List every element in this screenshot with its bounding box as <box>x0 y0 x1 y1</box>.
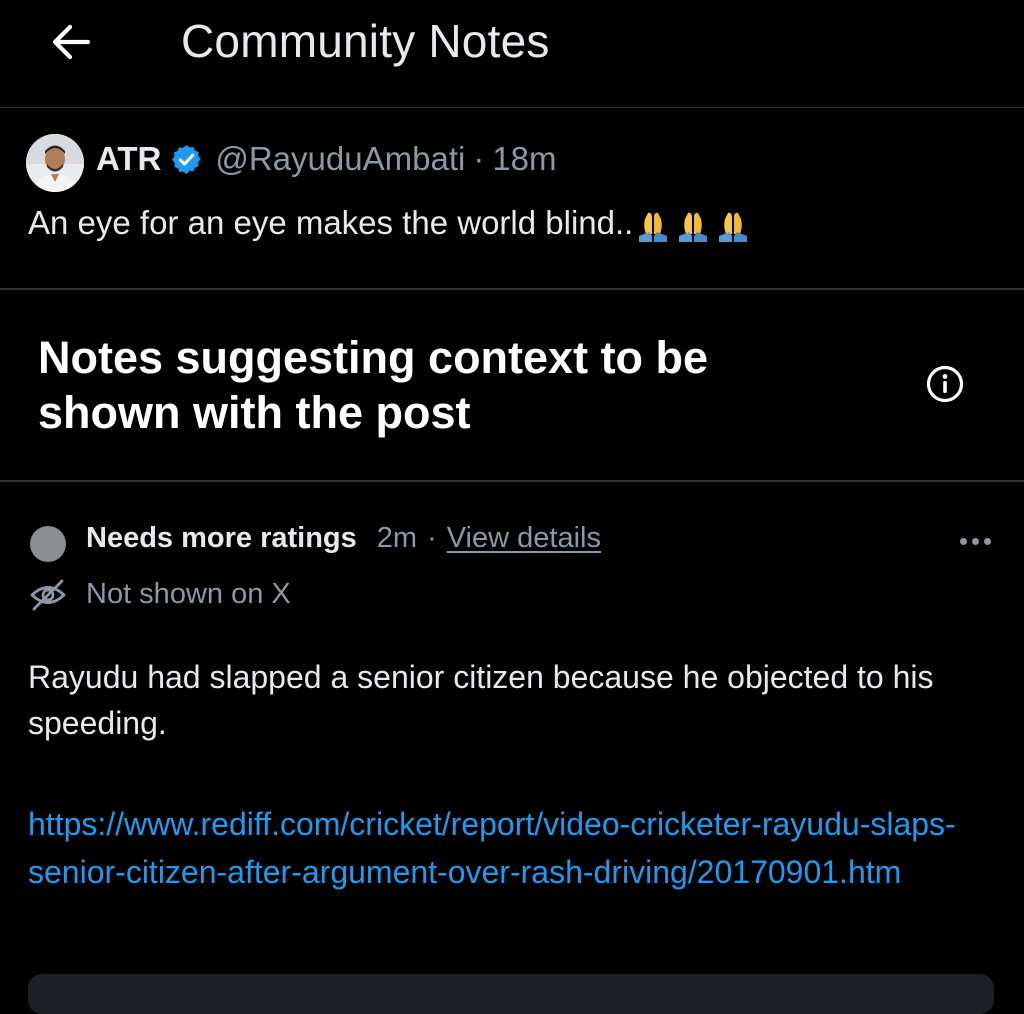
author-handle[interactable]: @RayuduAmbati <box>215 140 465 178</box>
more-horizontal-icon <box>959 537 967 545</box>
status-label: Needs more ratings <box>86 522 357 554</box>
note-status-row: Needs more ratings 2m · View details <box>86 522 601 555</box>
folded-hands-icon <box>679 212 708 242</box>
view-details-link[interactable]: View details <box>447 522 601 555</box>
top-app-bar: Community Notes <box>0 0 1024 108</box>
source-link[interactable]: https://www.rediff.com/cricket/report/vi… <box>28 800 988 896</box>
info-icon <box>926 365 964 403</box>
avatar-image <box>26 134 84 192</box>
more-horizontal-icon <box>971 537 979 545</box>
author-name[interactable]: ATR <box>96 140 161 178</box>
rating-card[interactable] <box>28 974 994 1014</box>
page-title: Community Notes <box>181 15 550 67</box>
section-title: Notes suggesting context to be shown wit… <box>38 332 709 438</box>
separator-dot: · <box>427 522 437 554</box>
verified-badge-icon <box>170 143 203 176</box>
emoji-row <box>635 210 751 244</box>
status-indicator <box>30 526 66 562</box>
more-horizontal-icon <box>983 537 991 545</box>
eye-slash-icon <box>30 579 66 611</box>
note-time: 2m <box>376 522 418 554</box>
note-text: Rayudu had slapped a senior citizen beca… <box>28 659 934 741</box>
post-text: An eye for an eye makes the world blind.… <box>28 204 634 241</box>
post[interactable]: ATR @RayuduAmbati · 18m An eye for an ey… <box>0 108 1024 290</box>
community-note: Needs more ratings 2m · View details Not… <box>0 482 1024 1014</box>
post-time[interactable]: 18m <box>492 140 556 178</box>
notes-section-header: Notes suggesting context to be shown wit… <box>0 290 1024 482</box>
more-options-button[interactable] <box>950 526 1000 556</box>
visibility-status: Not shown on X <box>86 578 291 610</box>
back-button[interactable] <box>40 16 100 68</box>
separator-dot: · <box>473 140 485 177</box>
folded-hands-icon <box>639 212 668 242</box>
post-header: ATR @RayuduAmbati · 18m <box>96 140 557 178</box>
info-button[interactable] <box>925 364 965 404</box>
arrow-left-icon <box>52 24 91 60</box>
post-body: An eye for an eye makes the world blind.… <box>28 204 751 242</box>
folded-hands-icon <box>719 212 748 242</box>
avatar[interactable] <box>26 134 84 192</box>
